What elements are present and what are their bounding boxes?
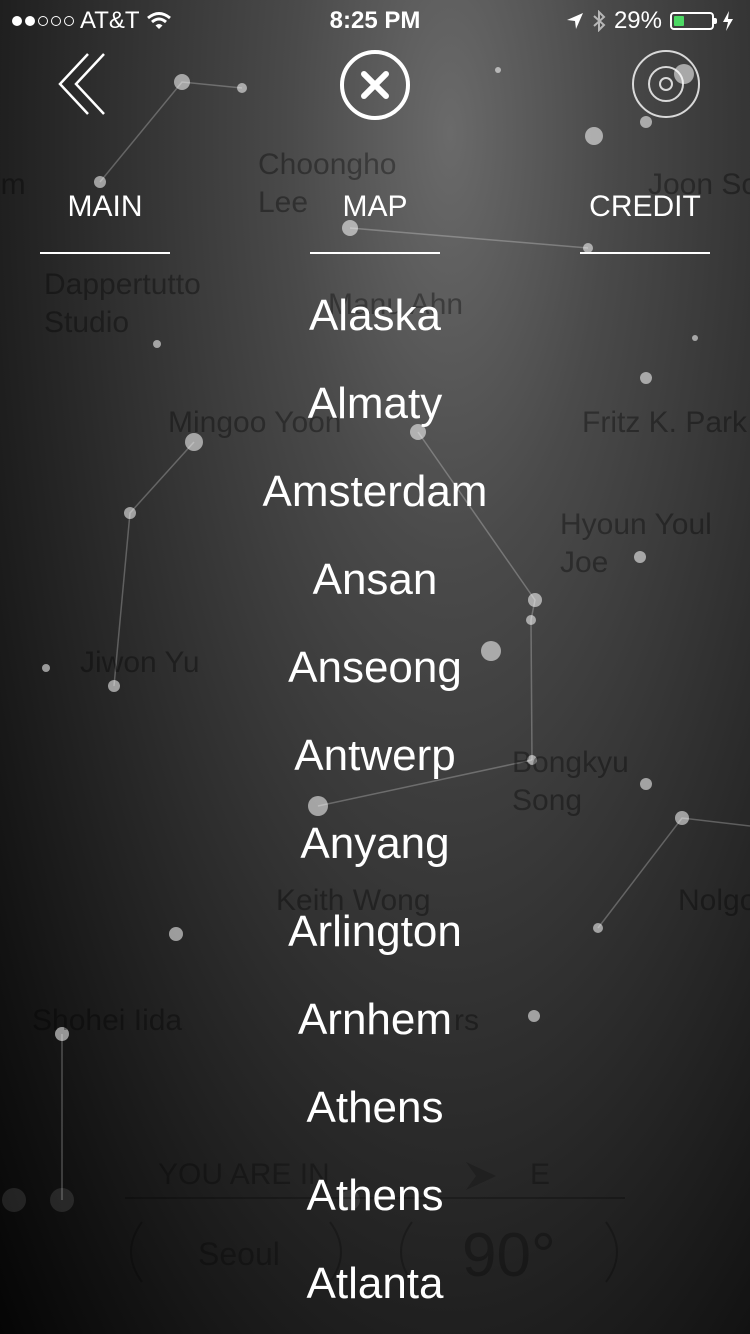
tab-credit[interactable]: CREDIT [580, 190, 710, 254]
target-icon [632, 50, 700, 118]
city-item-almaty[interactable]: Almaty [0, 360, 750, 448]
tab-underline [310, 252, 440, 254]
city-item-atlanta[interactable]: Atlanta [0, 1240, 750, 1328]
bg-name-label: im [0, 168, 26, 201]
city-item-arlington[interactable]: Arlington [0, 888, 750, 976]
tab-underline [580, 252, 710, 254]
tab-underline [40, 252, 170, 254]
battery-percent: 29% [613, 7, 662, 34]
city-item-anseong[interactable]: Anseong [0, 624, 750, 712]
charging-bolt-icon [723, 11, 733, 31]
bluetooth-icon [593, 10, 606, 32]
city-item-arnhem[interactable]: Arnhem [0, 976, 750, 1064]
city-item-alaska[interactable]: Alaska [0, 272, 750, 360]
double-chevron-left-icon [58, 53, 105, 115]
location-arrow-icon [566, 13, 583, 29]
status-bar: AT&T 8:25 PM 29% [0, 0, 750, 40]
tab-label: MAP [342, 190, 408, 223]
status-right-group: 29% [566, 7, 734, 35]
city-item-athens[interactable]: Athens [0, 1064, 750, 1152]
back-button[interactable] [56, 50, 116, 118]
city-list: Alaska Almaty Amsterdam Ansan Anseong An… [0, 272, 750, 1328]
tab-label: MAIN [67, 190, 143, 223]
tab-label: CREDIT [589, 190, 701, 223]
battery-icon [670, 12, 717, 30]
city-item-athens-2[interactable]: Athens [0, 1152, 750, 1240]
city-item-anyang[interactable]: Anyang [0, 800, 750, 888]
tab-map[interactable]: MAP [310, 190, 440, 254]
close-icon [361, 71, 389, 99]
tab-main[interactable]: MAIN [40, 190, 170, 254]
close-button[interactable] [340, 50, 410, 120]
city-item-ansan[interactable]: Ansan [0, 536, 750, 624]
target-button[interactable] [630, 48, 702, 120]
city-item-amsterdam[interactable]: Amsterdam [0, 448, 750, 536]
city-item-antwerp[interactable]: Antwerp [0, 712, 750, 800]
